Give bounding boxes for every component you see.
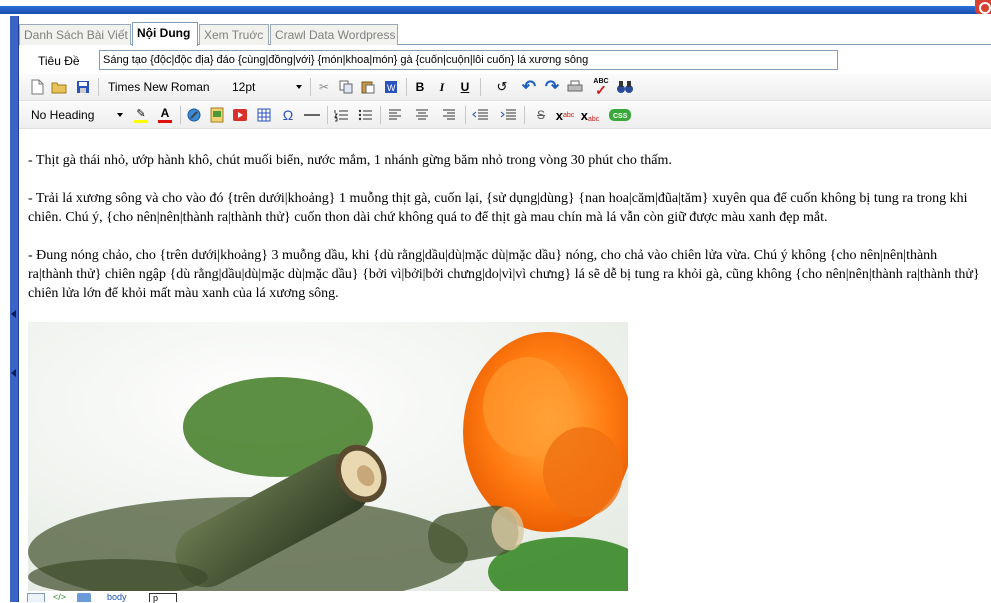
find-binoculars-icon[interactable] xyxy=(616,78,634,96)
preview-icon[interactable] xyxy=(77,593,91,602)
tab-danh-sach-bai-viet[interactable]: Danh Sách Bài Viết xyxy=(19,24,131,45)
horizontal-rule-icon[interactable] xyxy=(303,106,321,124)
undo-icon[interactable]: ↶ xyxy=(520,77,538,96)
path-tag[interactable]: p xyxy=(149,593,177,603)
editor-status-bar: </> body p xyxy=(19,593,991,603)
editor-area[interactable]: - Thịt gà thái nhỏ, ướp hành khô, chút m… xyxy=(19,131,991,593)
toolbar-separator xyxy=(180,106,181,124)
open-folder-icon[interactable] xyxy=(50,78,68,96)
underline-button[interactable]: U xyxy=(456,78,474,96)
window-title-band xyxy=(0,6,991,14)
toolbar-separator xyxy=(480,78,481,96)
svg-text:W: W xyxy=(387,83,396,93)
insert-link-icon[interactable] xyxy=(185,106,203,124)
splitter-bar[interactable] xyxy=(10,16,19,602)
path-body[interactable]: body xyxy=(107,593,127,602)
tab-crawl-data-wordpress[interactable]: Crawl Data Wordpress xyxy=(270,24,398,45)
css-style-icon[interactable]: CSS xyxy=(609,106,631,124)
font-size-value: 12pt xyxy=(232,80,256,94)
paste-icon[interactable] xyxy=(359,78,377,96)
toolbar-separator xyxy=(98,78,99,96)
numbered-list-icon[interactable] xyxy=(332,106,350,124)
align-right-icon[interactable] xyxy=(440,106,458,124)
toolbar-separator xyxy=(380,106,381,124)
food-photo[interactable] xyxy=(28,322,628,591)
font-size-select[interactable]: 12pt xyxy=(228,77,304,97)
italic-button[interactable]: I xyxy=(433,78,451,96)
copy-icon[interactable] xyxy=(337,78,355,96)
subscript-icon[interactable]: x abc xyxy=(581,106,600,124)
save-icon[interactable] xyxy=(74,78,92,96)
special-char-icon[interactable]: Ω xyxy=(279,106,297,124)
chevron-down-icon xyxy=(296,85,302,89)
window-top-bar xyxy=(0,0,991,16)
align-left-icon[interactable] xyxy=(386,106,404,124)
paragraph-3: - Đung nóng chảo, cho {trên dưới|khoảng}… xyxy=(28,248,980,301)
svg-text:CSS: CSS xyxy=(613,113,628,120)
font-name-select[interactable]: Times New Roman xyxy=(104,77,214,97)
redo-icon[interactable]: ↷ xyxy=(543,77,561,96)
toolbar-separator xyxy=(524,106,525,124)
spellcheck-icon[interactable]: ABC ✓ xyxy=(590,78,612,97)
chevron-down-icon xyxy=(117,113,123,117)
tab-xem-truoc[interactable]: Xem Truớc xyxy=(199,24,269,45)
tab-strip: Danh Sách Bài Viết Nội Dung Xem Truớc Cr… xyxy=(19,22,991,46)
refresh-icon[interactable]: ↺ xyxy=(493,78,511,96)
heading-value: No Heading xyxy=(31,108,95,122)
paragraph-1: - Thịt gà thái nhỏ, ướp hành khô, chút m… xyxy=(28,153,672,168)
paragraph-2: - Trải lá xương sông và cho vào đó {trên… xyxy=(28,191,968,225)
tab-noi-dung[interactable]: Nội Dung xyxy=(132,22,198,46)
highlight-color-icon[interactable]: ✎ xyxy=(132,106,150,124)
editor-content: - Thịt gà thái nhỏ, ướp hành khô, chút m… xyxy=(28,151,983,322)
print-icon[interactable] xyxy=(566,78,584,96)
bullet-list-icon[interactable] xyxy=(356,106,374,124)
design-view-icon[interactable] xyxy=(27,593,45,602)
insert-image-icon[interactable] xyxy=(208,106,226,124)
cut-icon[interactable]: ✂ xyxy=(315,78,333,96)
title-row: Tiêu Đề Sáng tạo {độc|độc địa} đáo {cùng… xyxy=(19,46,991,74)
toolbar-separator xyxy=(465,106,466,124)
toolbar-separator xyxy=(406,78,407,96)
indent-icon[interactable] xyxy=(499,106,517,124)
toolbar-separator xyxy=(327,106,328,124)
paste-word-icon[interactable]: W xyxy=(382,78,400,96)
toolbar-separator xyxy=(310,78,311,96)
collapse-arrow-icon[interactable] xyxy=(11,310,16,318)
html-view-icon[interactable]: </> xyxy=(53,593,66,602)
close-icon[interactable] xyxy=(975,0,991,14)
left-margin xyxy=(0,16,10,602)
font-color-icon[interactable]: A xyxy=(156,106,174,124)
insert-media-icon[interactable] xyxy=(231,106,249,124)
title-label: Tiêu Đề xyxy=(38,54,80,68)
insert-table-icon[interactable] xyxy=(255,106,273,124)
outdent-icon[interactable] xyxy=(471,106,489,124)
heading-select[interactable]: No Heading xyxy=(27,105,125,125)
collapse-arrow-icon[interactable] xyxy=(11,369,16,377)
formatting-toolbar-1: Times New Roman 12pt ✂ W B I U ↺ ↶ ↷ ABC… xyxy=(19,74,991,101)
title-input[interactable]: Sáng tạo {độc|độc địa} đáo {cùng|đồng|vớ… xyxy=(99,50,838,70)
superscript-icon[interactable]: x abc xyxy=(556,106,575,124)
strikethrough-button[interactable]: S xyxy=(532,106,550,124)
align-center-icon[interactable] xyxy=(413,106,431,124)
bold-button[interactable]: B xyxy=(411,78,429,96)
font-name-value: Times New Roman xyxy=(108,80,210,94)
formatting-toolbar-2: No Heading ✎ A Ω S x abc x abc CSS xyxy=(19,102,991,129)
new-document-icon[interactable] xyxy=(28,78,46,96)
